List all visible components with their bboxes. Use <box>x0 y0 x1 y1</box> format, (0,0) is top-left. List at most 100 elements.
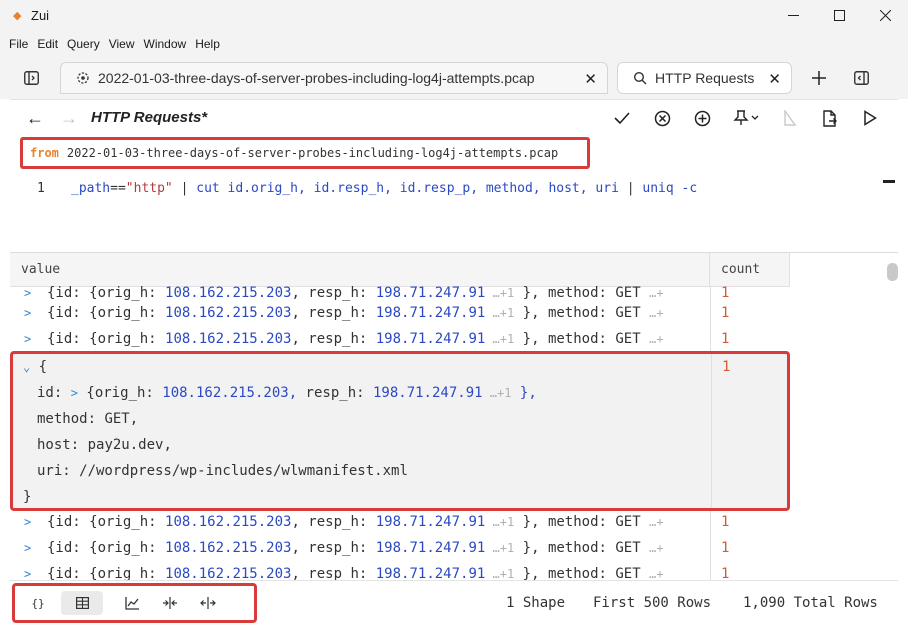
expand-all-button[interactable] <box>155 591 185 615</box>
query-panel: ← → HTTP Requests* from 2022-01-03-three… <box>10 99 898 623</box>
row-count: 1 <box>721 305 730 321</box>
host-key: host: <box>37 437 80 453</box>
window-title: Zui <box>31 8 50 23</box>
uri-value: //wordpress/wp-includes/wlwmanifest.xml <box>70 463 408 479</box>
tab-close-icon[interactable]: ✕ <box>584 70 597 88</box>
json-view-button[interactable]: {} <box>23 591 53 615</box>
row-count: 1 <box>721 331 730 347</box>
first-rows: First 500 Rows <box>593 595 712 611</box>
row-tail: …+ <box>649 332 664 346</box>
chart-icon <box>124 596 139 610</box>
vertical-scrollbar[interactable] <box>887 263 898 281</box>
row-resp-h: 198.71.247.91 <box>375 331 486 347</box>
window-controls <box>770 0 908 31</box>
from-keyword: from <box>30 146 59 160</box>
table-row[interactable]: > {id: {orig_h: 108.162.215.203, resp_h:… <box>10 535 790 561</box>
run-play-icon[interactable] <box>861 109 879 127</box>
title-bar: ◆ Zui <box>0 0 908 31</box>
tab-pool[interactable]: 2022-01-03-three-days-of-server-probes-i… <box>60 62 608 94</box>
row-resp-label: , resp_h: <box>291 566 376 580</box>
close-icon[interactable] <box>862 0 908 31</box>
row-value: {id: {orig_h: 108.162.215.203, resp_h: 1… <box>47 305 664 321</box>
expand-caret-icon[interactable]: > <box>24 332 36 346</box>
table-row[interactable]: > {id: {orig_h: 108.162.215.203, resp_h:… <box>10 509 790 535</box>
id-close: }, <box>511 385 537 401</box>
collapse-all-button[interactable] <box>193 591 223 615</box>
table-view-button[interactable] <box>61 591 103 615</box>
menu-view[interactable]: View <box>105 37 139 51</box>
menu-file[interactable]: File <box>5 37 32 51</box>
zui-logo-icon: ◆ <box>13 9 22 22</box>
chart-view-button[interactable] <box>117 591 147 615</box>
tab-bar: 2022-01-03-three-days-of-server-probes-i… <box>0 56 908 99</box>
row-count: 1 <box>721 285 730 301</box>
tab-http-requests[interactable]: HTTP Requests ✕ <box>617 62 792 94</box>
row-tail: …+ <box>649 567 664 580</box>
disabled-action-icon <box>781 109 799 127</box>
menu-help[interactable]: Help <box>191 37 224 51</box>
method-key: method: <box>37 411 97 427</box>
host-value: pay2u.dev, <box>79 437 172 453</box>
view-switcher: {} <box>12 583 257 623</box>
back-arrow-icon[interactable]: ← <box>26 108 44 129</box>
code-path-value: "http" <box>125 181 173 196</box>
row-resp-h: 198.71.247.91 <box>375 514 486 530</box>
row-resp-h: 198.71.247.91 <box>375 540 486 556</box>
expanded-record[interactable]: ⌄ { 1 id: > {orig_h: 108.162.215.203, re… <box>10 351 790 511</box>
row-tail: …+ <box>649 541 664 555</box>
method-value: GET, <box>96 411 139 427</box>
json-view-label: {} <box>31 596 45 610</box>
row-more: …+1 <box>485 332 515 346</box>
query-code[interactable]: _path=="http" | cut id.orig_h, id.resp_h… <box>71 181 697 196</box>
row-prefix: {id: {orig_h: <box>47 285 166 301</box>
tab-close-icon[interactable]: ✕ <box>768 70 781 88</box>
id-resp-label: resp_h: <box>297 385 373 401</box>
pin-menu-icon[interactable] <box>732 109 762 127</box>
row-more: …+1 <box>485 541 515 555</box>
row-orig-h: 108.162.215.203 <box>165 331 292 347</box>
minimize-icon[interactable] <box>770 0 816 31</box>
row-more: …+1 <box>485 515 515 529</box>
code-eq: == <box>110 181 126 196</box>
code-cut: cut <box>196 181 220 196</box>
record-uri-line: uri: //wordpress/wp-includes/wlwmanifest… <box>37 463 408 479</box>
forward-arrow-icon[interactable]: → <box>60 108 78 129</box>
add-circle-icon[interactable] <box>693 109 711 127</box>
row-tail: …+ <box>649 286 664 300</box>
table-row[interactable]: > {id: {orig_h: 108.162.215.203, resp_h:… <box>10 326 790 352</box>
menu-window[interactable]: Window <box>140 37 191 51</box>
collapse-caret-icon[interactable]: ⌄ <box>23 360 30 374</box>
right-pane-toggle-icon[interactable] <box>853 70 869 86</box>
expand-caret-icon[interactable]: > <box>24 306 36 320</box>
results-footer: {} 1 Shape First 500 Rows 1,090 Total Ro… <box>10 580 898 623</box>
from-source-bar[interactable]: from 2022-01-03-three-days-of-server-pro… <box>20 137 590 169</box>
tab-http-label: HTTP Requests <box>655 70 755 86</box>
query-header: ← → HTTP Requests* <box>10 100 898 136</box>
menu-query[interactable]: Query <box>63 37 104 51</box>
table-row[interactable]: > {id: {orig_h: 108.162.215.203, resp_h:… <box>10 300 790 326</box>
check-icon[interactable] <box>613 109 631 127</box>
export-icon[interactable] <box>821 109 839 127</box>
row-value: {id: {orig_h: 108.162.215.203, resp_h: 1… <box>47 540 664 556</box>
row-suffix: }, method: GET <box>514 331 650 347</box>
query-editor[interactable]: 1 _path=="http" | cut id.orig_h, id.resp… <box>10 172 898 252</box>
table-icon <box>75 597 89 609</box>
expand-caret-icon[interactable]: > <box>24 567 36 580</box>
row-count: 1 <box>721 540 730 556</box>
row-orig-h: 108.162.215.203 <box>165 540 292 556</box>
sidebar-toggle-icon[interactable] <box>23 70 39 86</box>
expand-caret-icon[interactable]: > <box>71 386 78 400</box>
table-row[interactable]: > {id: {orig_h: 108.162.215.203, resp_h:… <box>10 561 790 580</box>
expand-caret-icon[interactable]: > <box>24 541 36 555</box>
row-suffix: }, method: GET <box>514 305 650 321</box>
row-resp-label: , resp_h: <box>291 331 376 347</box>
new-tab-icon[interactable] <box>811 70 827 86</box>
cancel-circle-icon[interactable] <box>653 109 671 127</box>
menu-edit[interactable]: Edit <box>33 37 62 51</box>
code-fields: id.orig_h, id.resp_h, id.resp_p, method,… <box>219 181 619 196</box>
expand-caret-icon[interactable]: > <box>24 515 36 529</box>
code-pipe: | <box>618 181 643 196</box>
row-orig-h: 108.162.215.203 <box>165 514 292 530</box>
maximize-icon[interactable] <box>816 0 862 31</box>
expand-caret-icon[interactable]: > <box>24 286 36 300</box>
